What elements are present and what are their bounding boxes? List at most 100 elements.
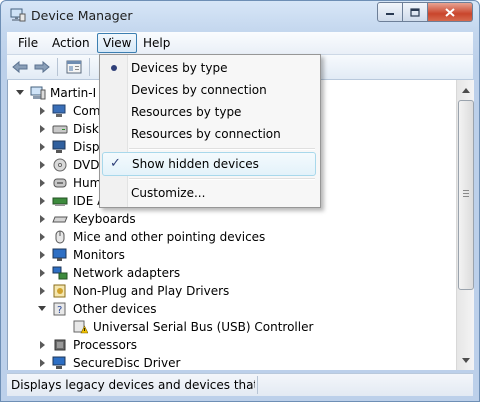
title-bar[interactable]: Device Manager	[1, 1, 479, 31]
expand-icon[interactable]	[40, 269, 45, 277]
driver-icon	[53, 284, 66, 298]
tree-item-label: Keyboards	[73, 212, 136, 226]
menu-item-resources-by-connection[interactable]: Resources by connection	[102, 123, 316, 145]
menu-view[interactable]: View	[97, 33, 138, 53]
menu-item-label: Customize...	[131, 186, 206, 200]
checkmark-icon: ✓	[110, 156, 121, 171]
tree-item[interactable]: Processors	[8, 336, 457, 354]
menu-item-devices-by-type[interactable]: Devices by type	[102, 57, 316, 79]
expand-icon[interactable]	[40, 341, 45, 349]
computer-icon	[52, 104, 66, 117]
display-adapter-icon	[52, 140, 66, 153]
unknown-device-icon: ?	[53, 302, 66, 316]
menu-item-resources-by-type[interactable]: Resources by type	[102, 101, 316, 123]
device-manager-icon	[10, 8, 26, 22]
vertical-scrollbar[interactable]	[456, 80, 474, 370]
collapse-icon[interactable]	[16, 90, 24, 95]
scroll-up-button[interactable]	[457, 82, 474, 98]
tree-item[interactable]: Network adapters	[8, 264, 457, 282]
grip-line	[463, 196, 469, 197]
minimize-icon	[386, 13, 394, 15]
tree-item[interactable]: Keyboards	[8, 210, 457, 228]
menu-separator	[129, 148, 315, 150]
tree-item-label: Network adapters	[73, 266, 181, 280]
menu-item-show-hidden-devices[interactable]: ✓ Show hidden devices	[102, 152, 316, 176]
back-arrow-icon	[12, 60, 28, 74]
tree-item-label: DVD	[73, 158, 100, 172]
menu-item-label: Show hidden devices	[132, 157, 259, 171]
forward-button[interactable]	[33, 59, 51, 75]
grip-line	[463, 193, 469, 194]
tree-item-label: Processors	[73, 338, 138, 352]
minimize-button[interactable]	[377, 2, 403, 22]
tree-item[interactable]: Mice and other pointing devices	[8, 228, 457, 246]
menu-bar: File Action View Help	[7, 32, 473, 55]
expand-icon[interactable]	[40, 125, 45, 133]
tree-item[interactable]: Universal Serial Bus (USB) Controller	[8, 318, 457, 336]
grip-line	[463, 190, 469, 191]
caption-buttons	[377, 2, 473, 22]
close-button[interactable]	[428, 2, 473, 22]
disk-drive-icon	[52, 125, 68, 134]
maximize-button[interactable]	[403, 2, 428, 22]
monitor-icon	[52, 248, 67, 261]
forward-arrow-icon	[34, 60, 50, 74]
scroll-down-button[interactable]	[457, 352, 474, 368]
network-adapter-icon	[52, 266, 68, 280]
back-button[interactable]	[11, 59, 29, 75]
menu-item-devices-by-connection[interactable]: Devices by connection	[102, 79, 316, 101]
dvd-drive-icon	[53, 158, 67, 172]
chevron-up-icon	[461, 87, 470, 93]
expand-icon[interactable]	[40, 359, 45, 367]
tree-item[interactable]: Non-Plug and Play Drivers	[8, 282, 457, 300]
expand-icon[interactable]	[40, 143, 45, 151]
maximize-icon	[410, 7, 420, 17]
menu-help[interactable]: Help	[138, 34, 175, 52]
expand-icon[interactable]	[40, 233, 45, 241]
expand-icon[interactable]	[40, 161, 45, 169]
toolbar-separator	[57, 58, 58, 76]
scroll-thumb[interactable]	[458, 100, 474, 290]
expand-icon[interactable]	[40, 251, 45, 259]
menu-item-label: Resources by type	[131, 105, 242, 119]
collapse-icon[interactable]	[38, 306, 46, 311]
tree-item-label: Hum	[73, 176, 102, 190]
status-bar: Displays legacy devices and devices that…	[7, 373, 473, 396]
tree-root-label: Martin-I	[50, 86, 97, 100]
tree-item-label: Disp	[73, 140, 100, 154]
menu-item-label: Devices by type	[131, 61, 228, 75]
computer-icon	[30, 86, 46, 100]
tree-item[interactable]: Monitors	[8, 246, 457, 264]
tree-item-label: Non-Plug and Play Drivers	[73, 284, 230, 298]
tree-item-label: Disk	[73, 122, 99, 136]
status-divider	[257, 376, 258, 394]
expand-icon[interactable]	[40, 179, 45, 187]
window-title: Device Manager	[31, 8, 133, 23]
device-manager-window: Device Manager File Action View Help Mar…	[0, 0, 480, 402]
menu-file[interactable]: File	[13, 34, 43, 52]
keyboard-icon	[52, 216, 68, 223]
tree-item[interactable]: SecureDisc Driver	[8, 354, 457, 370]
menu-item-customize[interactable]: Customize...	[102, 182, 316, 204]
menu-separator	[129, 178, 315, 180]
expand-icon[interactable]	[40, 287, 45, 295]
menu-action[interactable]: Action	[47, 34, 95, 52]
hid-icon	[53, 178, 67, 188]
status-text: Displays legacy devices and devices that…	[11, 378, 255, 392]
expand-icon[interactable]	[40, 197, 45, 205]
properties-button[interactable]	[65, 59, 83, 75]
warning-device-icon	[73, 320, 88, 334]
svg-text:?: ?	[57, 305, 62, 316]
securedisc-icon	[52, 356, 66, 369]
chevron-down-icon	[461, 357, 470, 363]
menu-item-label: Devices by connection	[131, 83, 267, 97]
expand-icon[interactable]	[40, 215, 45, 223]
tree-item-label: Universal Serial Bus (USB) Controller	[93, 320, 314, 334]
tree-item-label: Monitors	[73, 248, 125, 262]
tree-item[interactable]: ? Other devices	[8, 300, 457, 318]
tree-item-label: SecureDisc Driver	[73, 356, 181, 370]
properties-icon	[66, 60, 82, 74]
toolbar-separator	[89, 58, 90, 76]
radio-bullet-icon	[111, 65, 117, 71]
expand-icon[interactable]	[40, 107, 45, 115]
